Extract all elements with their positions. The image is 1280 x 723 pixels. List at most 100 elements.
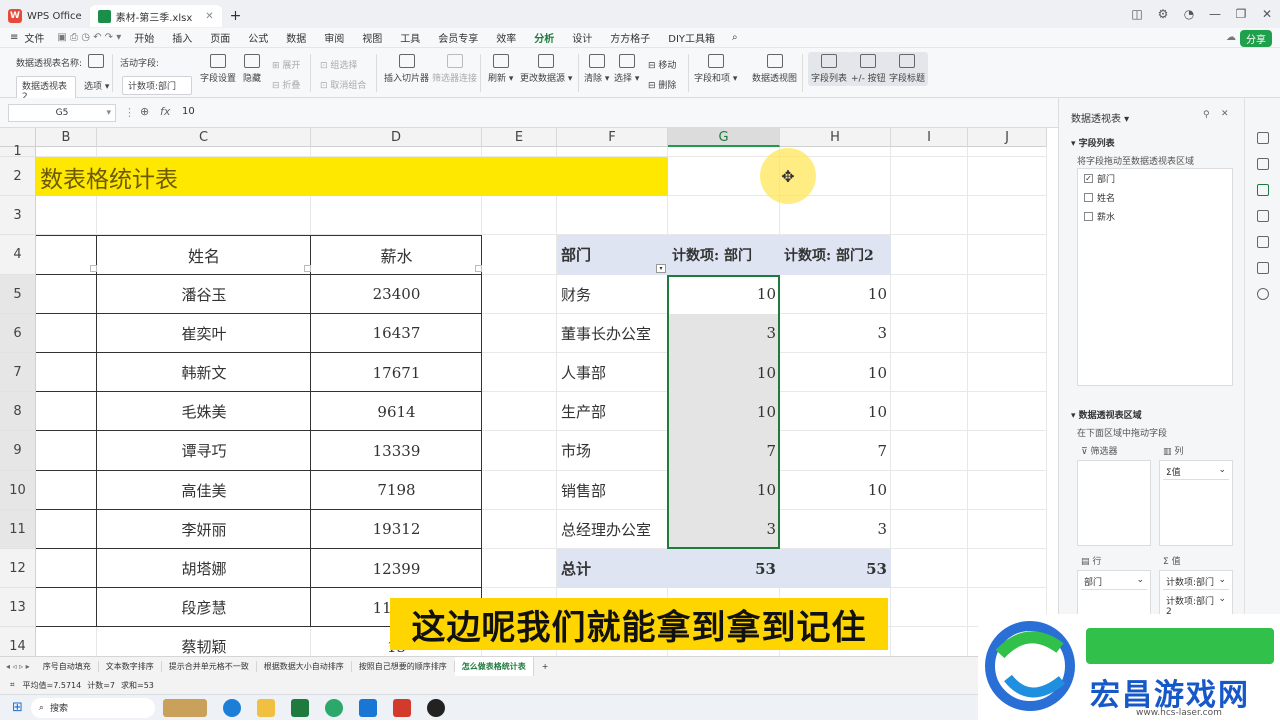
column-header-G[interactable]: G [668,128,780,147]
field-checkbox[interactable]: ✓ [1084,174,1093,183]
values-item-1[interactable]: 计数项:部门 ⌄ [1163,574,1229,590]
insert-slicer-button[interactable]: 插入切片器 [384,54,429,84]
sheet-tab-1[interactable]: 文本数字排序 [99,661,162,672]
cursor-icon[interactable] [1257,132,1269,144]
options-button[interactable]: 选项 ▾ [84,79,109,92]
pivot-panel-icon[interactable] [1257,184,1269,196]
active-field-input[interactable]: 计数项:部门 [122,76,192,95]
menu-tab-5[interactable]: 审阅 [315,30,353,45]
pivot-dept-cell[interactable]: 市场 [557,431,668,470]
field-list-button[interactable]: 字段列表 [808,52,851,86]
group-selection-button[interactable]: ⊡ 组选择 [320,58,357,71]
menu-tab-2[interactable]: 页面 [201,30,239,45]
field-headers-button[interactable]: 字段标题 [886,52,929,86]
field-item[interactable]: 姓名 [1078,188,1232,207]
menu-tab-13[interactable]: DIY工具箱 [659,30,724,45]
filter-dropdown-icon[interactable] [475,264,482,272]
column-header-D[interactable]: D [311,128,482,147]
employee-salary[interactable]: 13339 [311,431,482,470]
menu-tab-11[interactable]: 设计 [563,30,601,45]
close-panel-icon[interactable]: ✕ [1221,109,1229,119]
area-header[interactable]: ▾ 数据透视表区域 [1071,408,1142,421]
file-explorer-icon[interactable] [256,698,275,717]
change-source-button[interactable]: 更改数据源 ▾ [520,54,572,84]
taskbar-search[interactable]: ⌕ 搜索 [30,697,155,718]
row-header-14[interactable]: 14 [0,627,36,656]
sheet-tab-2[interactable]: 提示合并单元格不一致 [162,661,257,672]
pivot-dept-cell[interactable]: 总经理办公室 [557,510,668,549]
help-icon[interactable] [1257,288,1269,300]
employee-name[interactable]: 韩新文 [97,353,311,392]
widgets-icon[interactable] [162,698,207,717]
row-header-9[interactable]: 9 [0,431,36,471]
menu-tab-0[interactable]: 开始 [125,30,163,45]
fields-items-button[interactable]: 字段和项 ▾ [694,54,737,84]
employee-salary[interactable]: 19312 [311,510,482,549]
filter-connection-button[interactable]: 筛选器连接 [432,54,477,84]
new-tab-button[interactable]: + [222,5,250,27]
menu-tab-9[interactable]: 效率 [487,30,525,45]
restore-icon[interactable]: ❐ [1228,7,1254,21]
header-name[interactable]: 姓名 [97,235,311,274]
column-header-J[interactable]: J [968,128,1047,147]
menu-tab-3[interactable]: 公式 [239,30,277,45]
name-box[interactable]: G5 ▾ [8,104,116,122]
more-icon[interactable]: ⋮ [124,106,135,119]
pivot-dept-cell[interactable]: 销售部 [557,471,668,510]
row-header-2[interactable]: 2 [0,157,36,197]
pivot-dropdown-icon[interactable]: ▾ [656,263,666,273]
recorder-icon[interactable] [426,698,445,717]
pin-icon[interactable]: ⚲ [1203,110,1210,120]
pivot-dept-cell[interactable]: 生产部 [557,392,668,431]
employee-salary[interactable]: 23400 [311,275,482,314]
sheet-nav-icons[interactable]: ◂ ◃ ▹ ▸ [0,662,36,671]
formula-input[interactable]: 10 [182,106,195,117]
rows-area[interactable]: 部门 ⌄ [1077,570,1151,620]
pivot-dept-cell[interactable]: 财务 [557,275,668,314]
zoom-icon[interactable]: ⊕ [140,105,149,118]
avatar-icon[interactable]: ◔ [1176,7,1202,21]
column-header-I[interactable]: I [891,128,968,147]
macro-icon[interactable]: ⌗ [0,680,23,690]
filter-dropdown-icon[interactable] [304,264,311,272]
rows-value-item[interactable]: 部门 ⌄ [1081,574,1147,590]
column-header-H[interactable]: H [780,128,891,147]
menu-file[interactable]: 文件 [24,30,53,45]
app-icon[interactable] [324,698,343,717]
row-header-1[interactable]: 1 [0,145,36,158]
column-header-F[interactable]: F [557,128,668,147]
style-icon[interactable] [1257,210,1269,222]
pivot-dept-cell[interactable]: 董事长办公室 [557,314,668,353]
column-header-E[interactable]: E [482,128,557,147]
columns-area[interactable]: Σ值 ⌄ [1159,460,1233,546]
pivot-count2-cell[interactable]: 3 [780,510,891,549]
menu-tab-1[interactable]: 插入 [163,30,201,45]
pivot-dept-cell[interactable]: 人事部 [557,353,668,392]
employee-name[interactable]: 毛姝美 [97,392,311,431]
row-header-7[interactable]: 7 [0,353,36,393]
employee-salary[interactable]: 16437 [311,314,482,353]
sheet-tab-5[interactable]: 怎么做表格统计表 [454,657,534,676]
add-sheet-icon[interactable]: + [534,662,557,671]
pivot-count2-cell[interactable]: 10 [780,392,891,431]
row-header-4[interactable]: 4 [0,235,36,275]
columns-value-item[interactable]: Σ值 ⌄ [1163,464,1229,480]
pivot-count2-cell[interactable]: 10 [780,275,891,314]
menu-tab-10[interactable]: 分析 [525,30,563,50]
ungroup-button[interactable]: ⊡ 取消组合 [320,78,366,91]
values-area[interactable]: 计数项:部门 ⌄ 计数项:部门2 ⌄ [1159,570,1233,620]
tab-wps-office[interactable]: W WPS Office [0,5,90,27]
expand-button[interactable]: ⊞ 展开 [272,58,300,71]
employee-salary[interactable]: 7198 [311,471,482,510]
employee-name[interactable]: 胡塔娜 [97,549,311,588]
hide-button[interactable]: 隐藏 [243,54,261,84]
employee-name[interactable]: 李妍丽 [97,510,311,549]
pivot-count2-cell[interactable]: 10 [780,471,891,510]
menu-tab-4[interactable]: 数据 [277,30,315,45]
column-header-B[interactable]: B [36,128,97,147]
field-checkbox[interactable] [1084,193,1093,202]
edge-browser-icon[interactable] [222,698,241,717]
row-header-6[interactable]: 6 [0,313,36,353]
quick-access-icons[interactable]: ▣ ⎙ ◷ ↶ ↷ ▾ [53,32,125,43]
cloud-icon[interactable]: ☁ [1226,32,1236,43]
